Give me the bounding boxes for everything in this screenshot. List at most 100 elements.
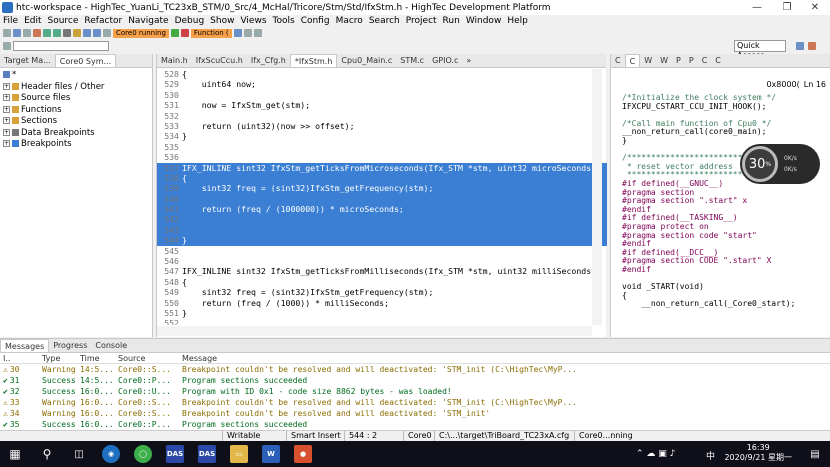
menu-config[interactable]: Config (298, 16, 333, 26)
message-row[interactable]: ✔ 35 Success 16:0... Core0::P... Program sect… (0, 419, 830, 430)
code-line[interactable]: 541 return (freq / (1000000)) * microSec… (157, 204, 607, 215)
code-line[interactable]: 537 IFX_INLINE sint32 IfxStm_getTicksFrom… (157, 162, 607, 173)
clock[interactable]: 16:39 2020/9/21 星期一 (724, 443, 792, 463)
tab-console[interactable]: Console (91, 339, 131, 352)
message-row[interactable]: ⚠ 34 Warning 16:0... Core0::S... Breakpoint c… (0, 408, 830, 419)
word-app-icon[interactable]: W (262, 445, 280, 463)
quick-access-input[interactable]: Quick Access (734, 40, 786, 60)
code-line[interactable]: 530 (157, 90, 607, 100)
right-code-area[interactable]: /*Initialize the clock system */IFXCPU_C… (611, 94, 821, 324)
maximize-button[interactable]: ❐ (772, 0, 802, 15)
code-line[interactable]: 545 (157, 246, 607, 256)
task-view-icon[interactable]: ◫ (70, 445, 88, 463)
col-message[interactable]: Message (182, 353, 830, 363)
code-line[interactable]: 539 sint32 freq = (sint32)IfxStm_getFreq… (157, 183, 607, 194)
tab-core0-symbols[interactable]: Core0 Sym... (54, 54, 117, 67)
terminate-icon[interactable] (180, 29, 189, 37)
print-icon[interactable] (23, 29, 31, 37)
tree-sections[interactable]: + Sections (3, 116, 152, 128)
close-button[interactable]: ✕ (800, 0, 830, 15)
message-row[interactable]: ⚠ 33 Warning 16:0... Core0::S... Breakpoint c… (0, 397, 830, 408)
code-line[interactable]: 543 (157, 224, 607, 236)
tree-data-breakpoints[interactable]: + Data Breakpoints (3, 128, 152, 140)
build-icon[interactable] (33, 29, 41, 37)
nav-back-icon[interactable] (243, 29, 252, 37)
menu-window[interactable]: Window (463, 16, 505, 26)
tab-right-p1[interactable]: P (672, 54, 685, 67)
message-row[interactable]: ⚠ 30 Warning 14:5... Core0::S... Breakpoint c… (0, 364, 830, 375)
menu-run[interactable]: Run (440, 16, 463, 26)
tree-source-files[interactable]: + Source files (3, 93, 152, 105)
step-over-icon[interactable] (83, 29, 91, 37)
menu-help[interactable]: Help (504, 16, 531, 26)
code-line[interactable]: 534} (157, 131, 607, 141)
search-icon[interactable]: ⚲ (38, 445, 56, 463)
tree-breakpoints[interactable]: + Breakpoints (3, 139, 152, 151)
tab-messages[interactable]: Messages (0, 339, 50, 352)
tab-gpio-c[interactable]: GPIO.c (428, 54, 462, 67)
code-line[interactable]: 533 return (uint32)(now >> offset); (157, 121, 607, 131)
ime-indicator[interactable]: 中 (706, 449, 715, 462)
tree-header-files[interactable]: + Header files / Other (3, 82, 152, 94)
debug-perspective-icon[interactable] (808, 42, 816, 50)
code-line[interactable]: 546 (157, 256, 607, 266)
code-line[interactable]: 542 (157, 214, 607, 225)
hightec-app-icon[interactable]: ◉ (102, 445, 120, 463)
message-row[interactable]: ✔ 31 Success 14:5... Core0::P... Program sect… (0, 375, 830, 386)
tree-functions[interactable]: + Functions (3, 105, 152, 117)
code-line[interactable]: 531 now = IfxStm_get(stm); (157, 100, 607, 110)
more-tabs-button[interactable]: » (462, 54, 475, 67)
code-line[interactable]: 548{ (157, 277, 607, 287)
code-line[interactable]: 532 (157, 111, 607, 121)
file-explorer-icon[interactable]: ▭ (230, 445, 248, 463)
das-app-icon-2[interactable]: DAS (198, 445, 216, 463)
performance-widget[interactable]: 30% 0K/s 0K/s (740, 144, 820, 184)
tab-main-h[interactable]: Main.h (157, 54, 192, 67)
step-icon[interactable] (73, 29, 81, 37)
code-line[interactable]: 536 (157, 152, 607, 162)
col-source[interactable]: Source (118, 353, 182, 363)
code-line[interactable]: 552 (157, 318, 607, 325)
stop-icon[interactable] (63, 29, 71, 37)
menu-views[interactable]: Views (237, 16, 269, 26)
tree-root[interactable]: * (3, 70, 152, 82)
perspective-icon[interactable] (796, 42, 804, 50)
menu-project[interactable]: Project (403, 16, 440, 26)
code-line[interactable]: 547 IFX_INLINE sint32 IfxStm_getTicksFrom… (157, 266, 607, 276)
menu-search[interactable]: Search (366, 16, 403, 26)
tab-ifx-cfg-h[interactable]: Ifx_Cfg.h (247, 54, 290, 67)
menu-show[interactable]: Show (207, 16, 237, 26)
tab-target-manager[interactable]: Target Ma... (0, 54, 55, 67)
chrome-app-icon[interactable]: ◯ (134, 445, 152, 463)
code-line[interactable]: 535 (157, 142, 607, 152)
code-line[interactable]: 550 return (freq / (1000)) * milliSecond… (157, 298, 607, 308)
menu-refactor[interactable]: Refactor (81, 16, 125, 26)
notification-icon[interactable]: ▤ (806, 445, 824, 463)
windows-start-icon[interactable]: ▦ (6, 445, 24, 463)
reset-icon[interactable] (103, 29, 111, 37)
code-line[interactable]: 528{ (157, 69, 607, 79)
tab-stm-c[interactable]: STM.c (396, 54, 428, 67)
code-line[interactable]: 538{ (157, 172, 607, 184)
tab-ifxscuccu-h[interactable]: IfxScuCcu.h (192, 54, 247, 67)
resume-icon[interactable] (170, 29, 179, 37)
tab-right-c3[interactable]: C (698, 54, 712, 67)
col-type[interactable]: Type (42, 353, 80, 363)
minimize-button[interactable]: — (742, 0, 772, 15)
menu-file[interactable]: File (0, 16, 21, 26)
system-tray-icons[interactable]: ⌃ ☁ ▣ ♪ (636, 449, 675, 459)
powerpoint-app-icon[interactable]: ● (294, 445, 312, 463)
code-line[interactable]: 529 uint64 now; (157, 79, 607, 89)
nav-forward-icon[interactable] (253, 29, 262, 37)
code-line[interactable]: 544} (157, 235, 607, 246)
tab-right-c4[interactable]: C (711, 54, 725, 67)
tab-ifxstm-h[interactable]: *IfxStm.h (289, 54, 338, 67)
function-label[interactable]: Function ( (190, 28, 232, 38)
menu-macro[interactable]: Macro (333, 16, 366, 26)
code-line[interactable]: 540 (157, 193, 607, 205)
perspective-combo[interactable] (13, 41, 109, 51)
menu-navigate[interactable]: Navigate (125, 16, 171, 26)
menu-debug[interactable]: Debug (172, 16, 208, 26)
code-line[interactable]: 549 sint32 freq = (sint32)IfxStm_getFreq… (157, 287, 607, 297)
code-editor[interactable]: Main.h IfxScuCcu.h Ifx_Cfg.h *IfxStm.h C… (156, 54, 607, 337)
